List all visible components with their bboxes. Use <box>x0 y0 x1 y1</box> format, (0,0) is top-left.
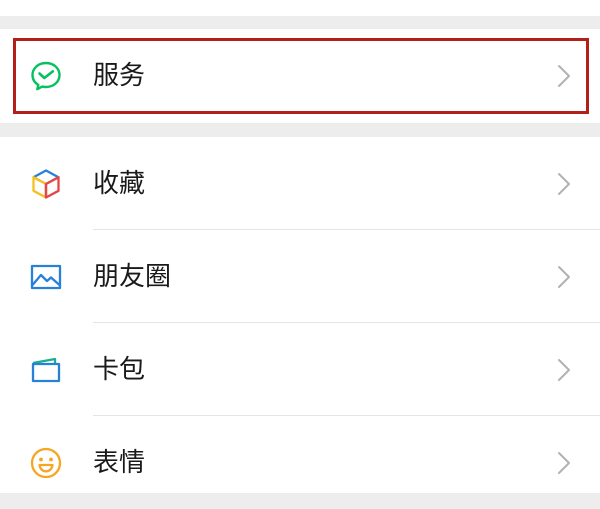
menu-item-label: 表情 <box>93 447 146 478</box>
chevron-right-icon <box>557 451 571 475</box>
menu-item-label: 卡包 <box>93 354 146 385</box>
moments-picture-icon <box>29 260 63 294</box>
menu-item-label: 朋友圈 <box>93 261 172 292</box>
top-strip <box>0 0 600 16</box>
service-group: 服务 <box>0 29 600 123</box>
menu-item-service[interactable]: 服务 <box>0 29 600 122</box>
chevron-right-icon <box>557 172 571 196</box>
menu-item-moments[interactable]: 朋友圈 <box>0 230 600 323</box>
card-wallet-icon <box>29 353 63 387</box>
menu-item-stickers[interactable]: 表情 <box>0 416 600 509</box>
menu-item-label: 服务 <box>93 60 146 91</box>
chevron-right-icon <box>557 358 571 382</box>
chevron-right-icon <box>557 265 571 289</box>
menu-item-favorites[interactable]: 收藏 <box>0 137 600 230</box>
menu-item-card-wallet[interactable]: 卡包 <box>0 323 600 416</box>
sticker-smile-icon <box>29 446 63 480</box>
main-menu-group: 收藏 朋友圈 卡包 表情 <box>0 137 600 493</box>
menu-item-label: 收藏 <box>93 168 146 199</box>
wechat-pay-check-icon <box>29 59 63 93</box>
chevron-right-icon <box>557 64 571 88</box>
favorites-cube-icon <box>29 167 63 201</box>
